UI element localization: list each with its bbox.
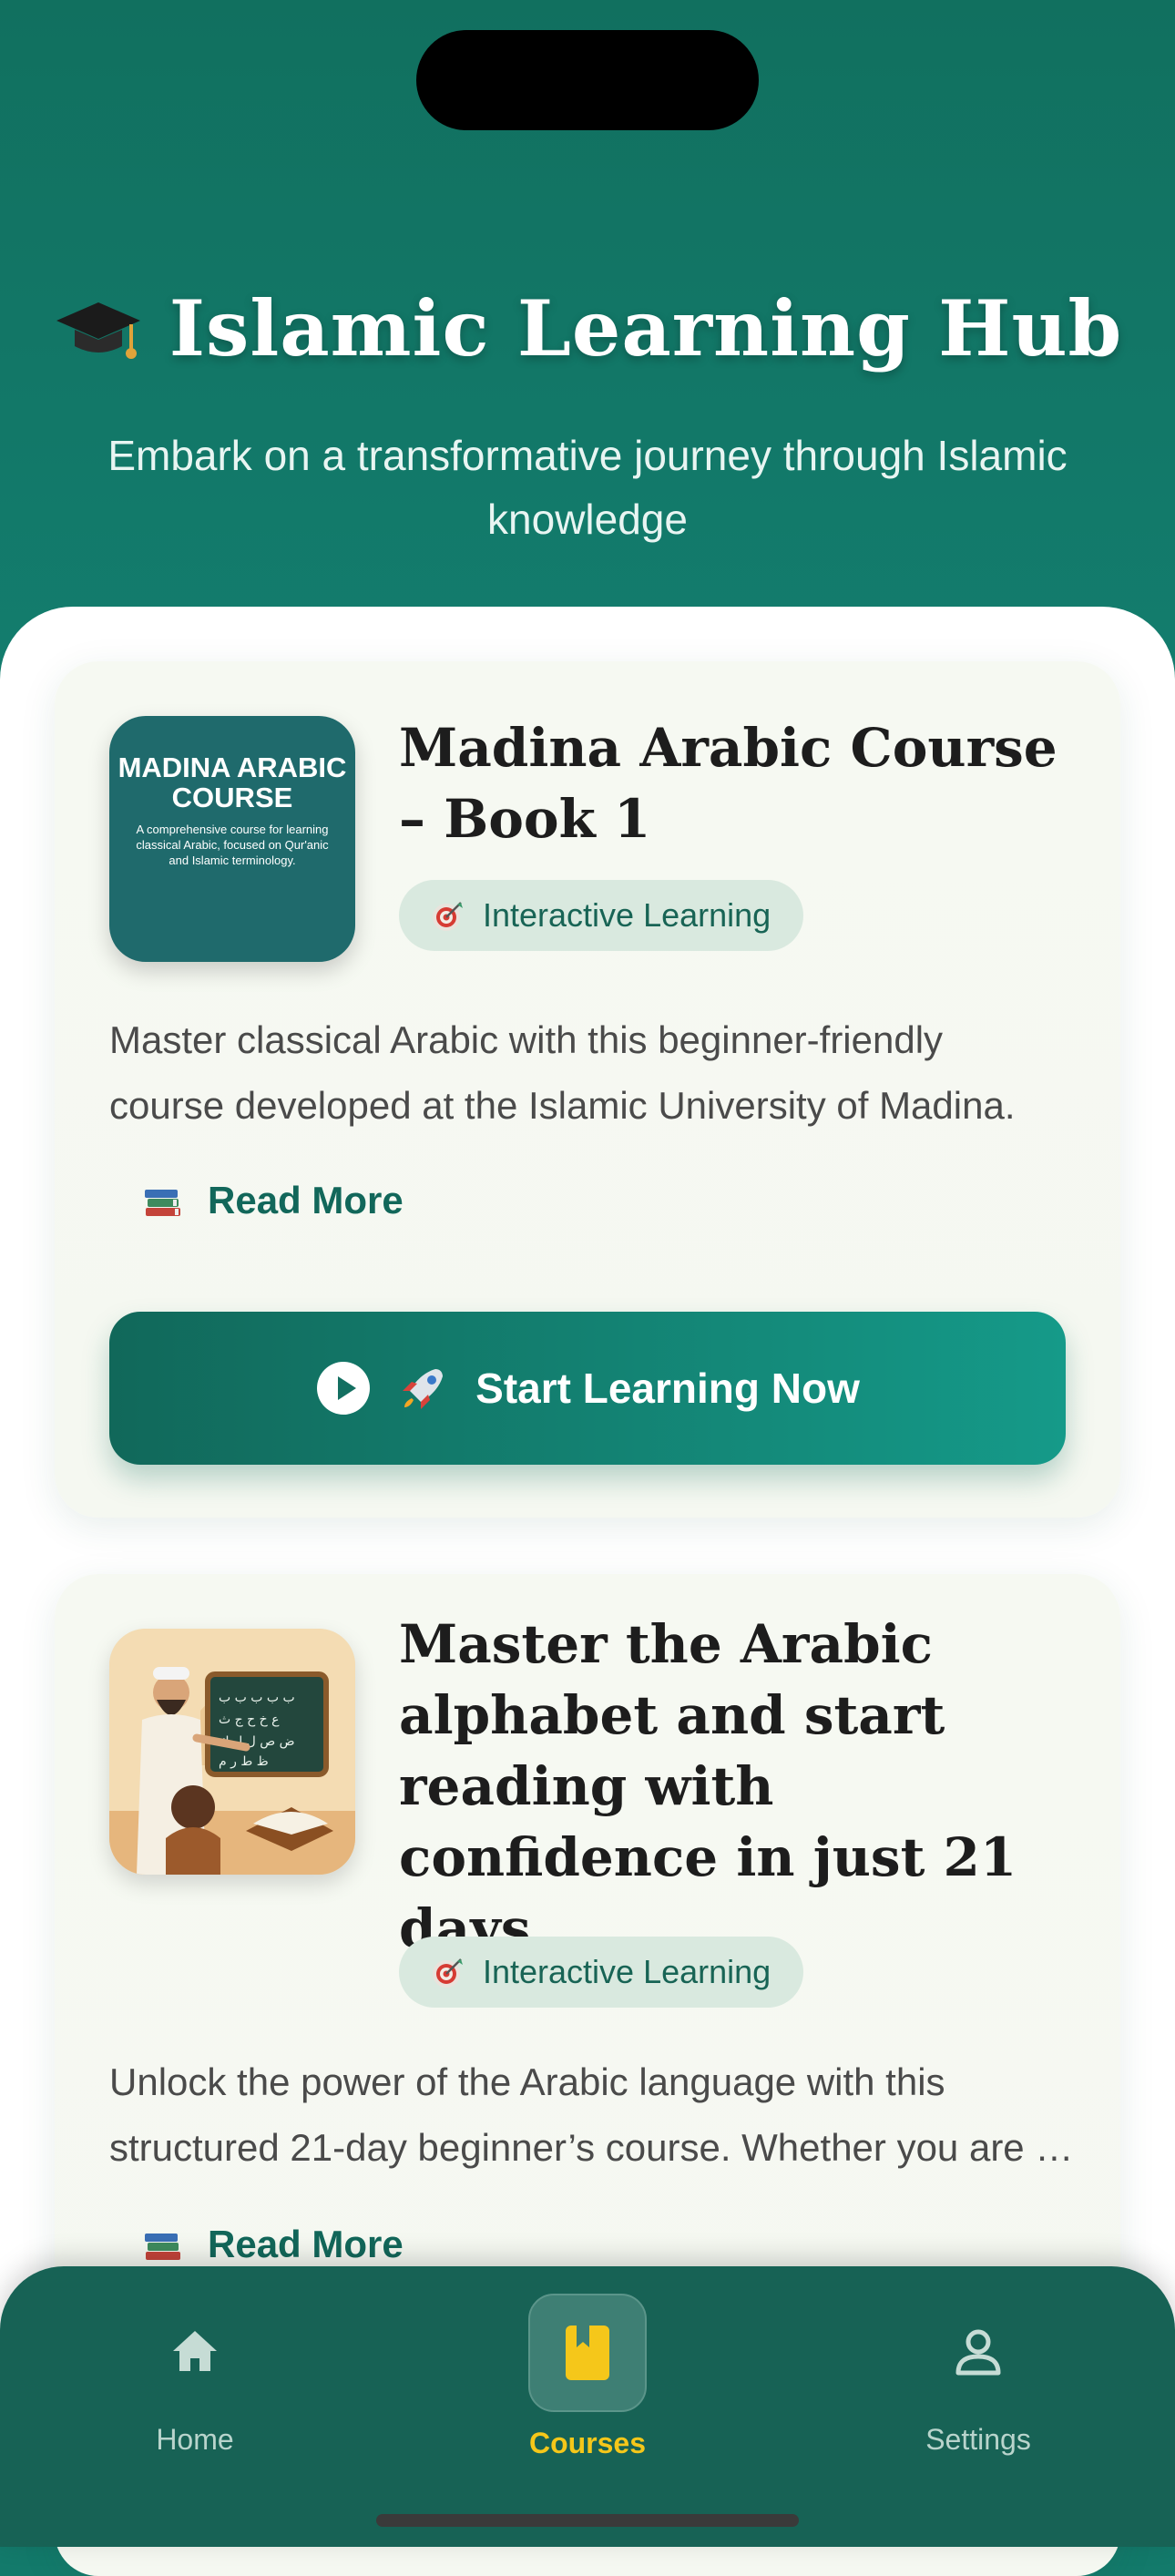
tab-label: Courses: [528, 2427, 647, 2459]
svg-text:ظ ط ر م: ظ ط ر م: [219, 1754, 269, 1769]
target-icon: [433, 1958, 463, 1988]
description-line: Master classical Arabic with this beginn…: [109, 1018, 944, 1061]
tab-icon-wrapper: [528, 2294, 647, 2412]
play-icon: [317, 1362, 371, 1415]
learning-badge: Interactive Learning: [399, 880, 804, 951]
tab-label: Home: [156, 2423, 234, 2456]
read-more-link[interactable]: Read More: [142, 2223, 404, 2266]
books-icon: [145, 2234, 180, 2260]
rocket-icon: [403, 1369, 444, 1409]
tab-label: Settings: [925, 2423, 1031, 2456]
person-icon: [955, 2329, 1001, 2376]
svg-text:ب ب ب ب ب: ب ب ب ب ب: [219, 1691, 295, 1705]
home-icon: [173, 2331, 217, 2371]
read-more-label: Read More: [208, 1179, 404, 1222]
course-thumbnail[interactable]: ب ب ب ب ب ع خ ح ج ث ض ص ل ل ك ظ ط ر م: [109, 1629, 355, 1875]
tab-icon-wrapper: [138, 2294, 252, 2408]
course-description: Unlock the power of the Arabic language …: [109, 2050, 1075, 2181]
tab-icon-wrapper: [921, 2294, 1036, 2408]
thumbnail-caption: A comprehensive course for learning clas…: [136, 823, 329, 867]
tab-courses[interactable]: Courses: [451, 2266, 724, 2476]
description-line: structured 21-day beginner’s course. Whe…: [109, 2126, 1075, 2169]
graduation-cap-icon: [56, 302, 140, 359]
course-thumbnail[interactable]: MADINA ARABIC COURSE A comprehensive cou…: [109, 716, 355, 962]
teacher-illustration: ب ب ب ب ب ع خ ح ج ث ض ص ل ل ك ظ ط ر م: [109, 1629, 355, 1875]
home-indicator[interactable]: [376, 2514, 799, 2527]
target-icon: [433, 902, 463, 931]
book-icon: [566, 2326, 609, 2380]
svg-text:ع خ ح ج ث: ع خ ح ج ث: [219, 1712, 280, 1727]
course-title: Master the Arabic alphabet and start rea…: [399, 1613, 1017, 1959]
tab-home[interactable]: Home: [58, 2266, 332, 2476]
course-title: Madina Arabic Course – Book 1: [399, 717, 1058, 850]
page-title-text: Islamic Learning Hub: [169, 282, 1123, 373]
page-title: Islamic Learning Hub: [0, 282, 1175, 373]
dynamic-island: [416, 30, 759, 130]
course-card[interactable]: MADINA ARABIC COURSE A comprehensive cou…: [55, 661, 1120, 1518]
description-line: Unlock the power of the Arabic language …: [109, 2060, 945, 2103]
description-line: course developed at the Islamic Universi…: [109, 1084, 1016, 1127]
course-description: Master classical Arabic with this beginn…: [109, 1007, 1075, 1139]
start-learning-button[interactable]: Start Learning Now: [109, 1312, 1066, 1465]
read-more-link[interactable]: Read More: [142, 1179, 404, 1222]
books-icon: [145, 1190, 180, 1216]
read-more-label: Read More: [208, 2223, 404, 2265]
thumbnail-title: MADINA ARABIC COURSE: [118, 751, 347, 813]
learning-badge: Interactive Learning: [399, 1937, 804, 2008]
start-learning-label: Start Learning Now: [475, 1365, 860, 1412]
badge-label: Interactive Learning: [483, 1953, 771, 1990]
page-subtitle: Embark on a transformative journey throu…: [107, 432, 1068, 543]
hero-header: Islamic Learning Hub Embark on a transfo…: [0, 0, 1175, 692]
tab-settings[interactable]: Settings: [842, 2266, 1115, 2476]
badge-label: Interactive Learning: [483, 896, 771, 934]
bottom-tab-bar: Home Courses Settings: [0, 2266, 1175, 2547]
